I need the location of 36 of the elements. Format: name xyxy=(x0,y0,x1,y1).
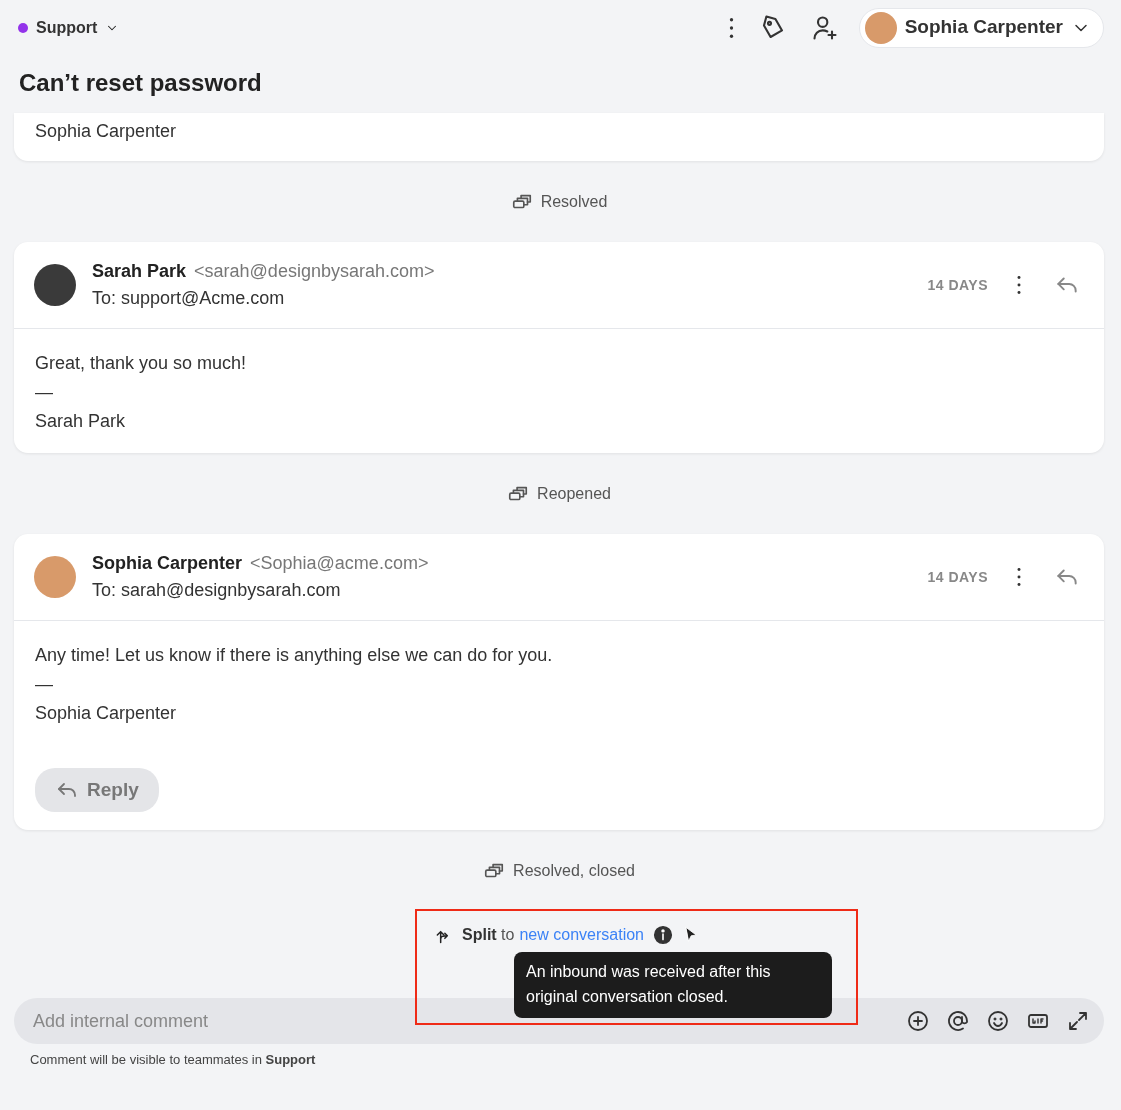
avatar xyxy=(34,556,76,599)
tooltip: An inbound was received after this original conversation closed. xyxy=(514,952,832,1018)
status-event: Resolved, closed xyxy=(513,860,635,881)
sender-email: <Sophia@acme.com> xyxy=(250,552,429,576)
status-event: Resolved xyxy=(540,191,608,212)
message-age: 14 DAYS xyxy=(927,567,988,587)
reply-button[interactable]: Reply xyxy=(35,767,159,813)
sender-email: <sarah@designbysarah.com> xyxy=(194,260,435,283)
conversation-title: Can’t reset password xyxy=(19,68,263,98)
split-label: Split to xyxy=(462,925,515,946)
signature: Sophia Carpenter xyxy=(35,702,178,725)
kebab-icon[interactable] xyxy=(727,17,735,38)
team-selector[interactable]: Support xyxy=(18,15,120,40)
kebab-icon[interactable] xyxy=(1016,276,1022,294)
sender-name: Sophia Carpenter xyxy=(92,552,243,576)
sender-name: Sarah Park xyxy=(92,260,187,283)
message-age: 14 DAYS xyxy=(927,275,988,295)
mention-icon[interactable] xyxy=(946,1009,970,1034)
info-icon xyxy=(652,924,674,947)
recipient-line: To: sarah@designbysarah.com xyxy=(92,579,342,603)
signature-dash: — xyxy=(35,380,54,404)
add-icon[interactable] xyxy=(906,1009,930,1034)
comment-visibility-note: Comment will be visible to teammates in Support xyxy=(30,1051,317,1070)
recipient-line: To: support@Acme.com xyxy=(92,287,286,310)
user-menu-button[interactable]: Sophia Carpenter xyxy=(858,7,1104,48)
status-event: Reopened xyxy=(537,483,611,504)
signature: Sarah Park xyxy=(35,409,127,433)
message-text: Great, thank you so much! xyxy=(35,352,248,375)
message-text: Any time! Let us know if there is anything else we can do for you. xyxy=(35,644,554,668)
avatar xyxy=(34,264,76,306)
signature-dash: — xyxy=(35,673,54,697)
emoji-icon[interactable] xyxy=(986,1009,1010,1034)
add-user-icon xyxy=(810,13,839,42)
kebab-icon[interactable] xyxy=(1016,568,1022,587)
signature: Sophia Carpenter xyxy=(35,120,178,143)
avatar xyxy=(864,11,897,44)
